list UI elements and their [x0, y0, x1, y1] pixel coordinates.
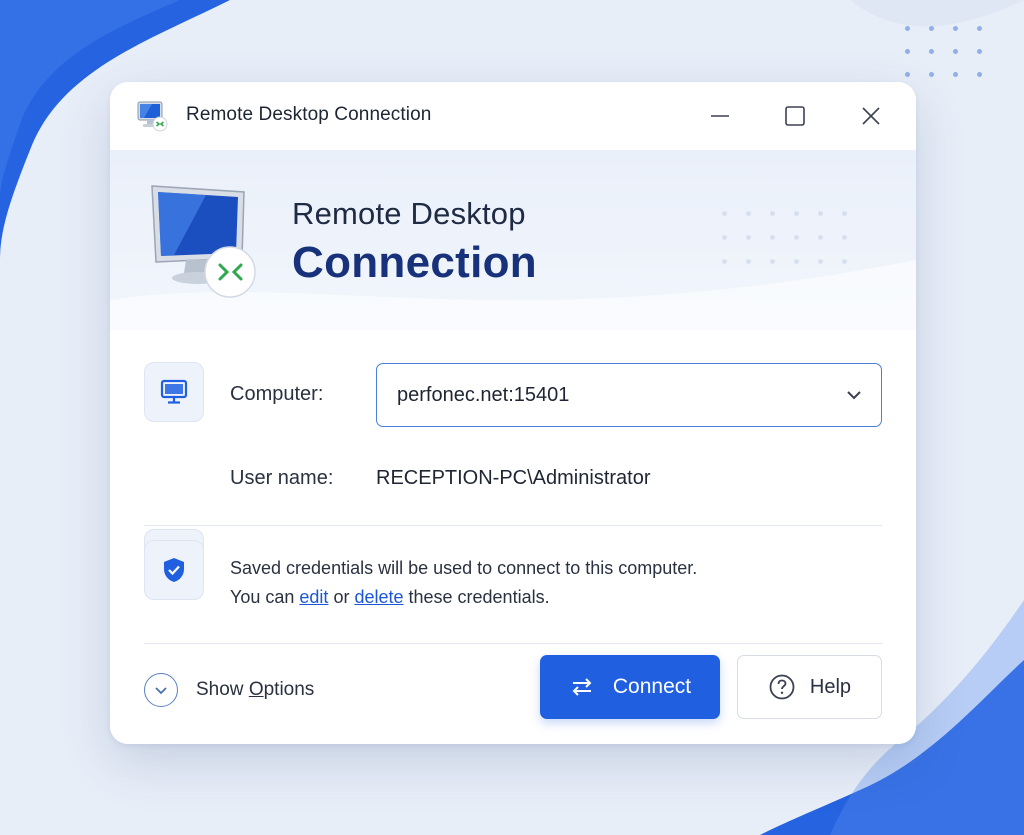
- edit-credentials-link[interactable]: edit: [299, 587, 328, 607]
- connect-label: Connect: [612, 675, 692, 698]
- header-banner: Remote Desktop Connection: [110, 150, 916, 330]
- show-options-label: Show Options: [196, 679, 315, 700]
- maximize-icon: [785, 106, 805, 126]
- connect-button[interactable]: Connect: [540, 655, 720, 719]
- decorative-dots: [905, 26, 983, 77]
- computer-value[interactable]: perfonec.net:15401: [397, 384, 569, 407]
- show-options-button[interactable]: Show Options: [144, 670, 314, 710]
- credentials-line1: Saved credentials will be used to connec…: [230, 558, 698, 578]
- remote-desktop-window: Remote Desktop Connection Remote Desktop…: [110, 82, 916, 744]
- credentials-prefix: You can: [230, 587, 300, 607]
- credentials-line2: You can edit or delete these credentials…: [230, 583, 697, 612]
- credentials-suffix: these credentials.: [403, 587, 550, 607]
- minimize-icon: [711, 115, 729, 117]
- help-label: Help: [809, 675, 852, 698]
- maximize-button[interactable]: [775, 96, 815, 136]
- user-row-icon: [144, 529, 204, 589]
- close-button[interactable]: [851, 96, 891, 136]
- help-button[interactable]: Help: [737, 655, 882, 719]
- connection-form: Computer: perfonec.net:15401 Saved crede…: [110, 330, 916, 744]
- monitor-connection-icon: [151, 185, 256, 298]
- chevron-down-circle-icon: [144, 673, 178, 707]
- chevron-down-icon[interactable]: [843, 384, 865, 406]
- credentials-message: Saved credentials will be used to connec…: [230, 554, 697, 612]
- monitor-icon: [160, 379, 188, 404]
- computer-label: Computer:: [230, 383, 324, 405]
- credentials-middle: or: [328, 587, 355, 607]
- banner-title-line2: Connection: [292, 238, 537, 287]
- title-bar: Remote Desktop Connection: [110, 82, 916, 150]
- window-title: Remote Desktop Connection: [186, 104, 432, 125]
- computer-row-icon: [144, 362, 204, 422]
- minimize-button[interactable]: [700, 96, 740, 136]
- banner-dots: [722, 211, 847, 264]
- delete-credentials-link[interactable]: delete: [354, 587, 403, 607]
- close-icon: [862, 107, 880, 125]
- user-icon: [163, 548, 185, 571]
- swap-arrows-icon: [572, 678, 592, 696]
- remote-desktop-icon: [137, 101, 168, 132]
- question-circle-icon: [769, 674, 795, 700]
- banner-title-line1: Remote Desktop: [292, 196, 526, 231]
- computer-input[interactable]: perfonec.net:15401: [376, 363, 882, 427]
